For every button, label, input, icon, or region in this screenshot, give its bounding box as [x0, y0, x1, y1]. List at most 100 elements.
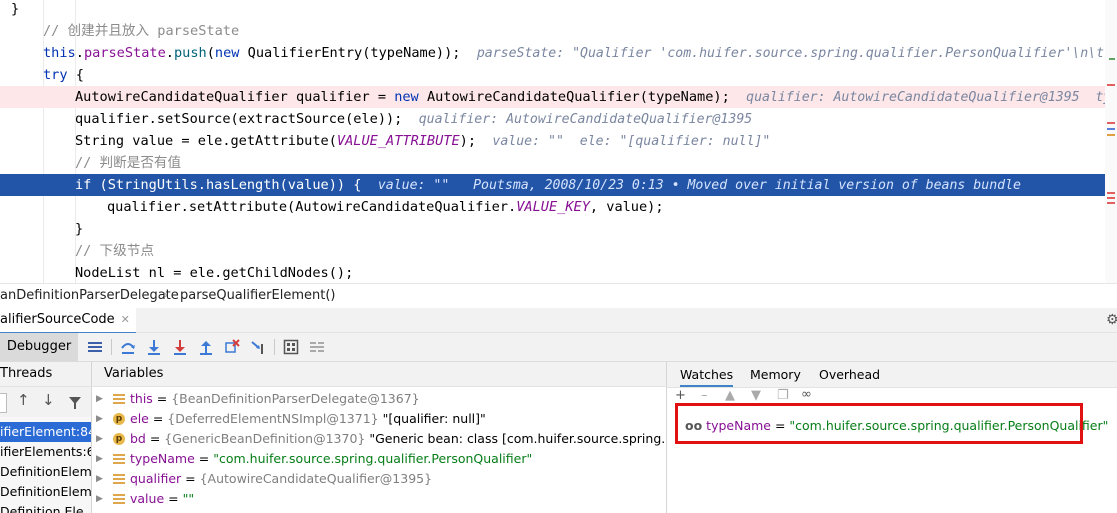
variable-equals: =	[194, 451, 214, 466]
code-token: AutowireCandidateQualifier(typeName);	[426, 89, 747, 105]
field-icon	[113, 393, 125, 405]
field-icon	[113, 453, 125, 465]
code-line[interactable]: qualifier.setSource(extractSource(ele));…	[0, 108, 1105, 130]
code-line[interactable]: try {	[0, 64, 1105, 86]
code-token: NodeList nl = ele.getChildNodes();	[75, 265, 354, 281]
error-marker	[1107, 202, 1115, 204]
trace-current-stream-icon[interactable]	[309, 339, 325, 355]
code-line[interactable]: String value = ele.getAttribute(VALUE_AT…	[0, 130, 1105, 152]
code-line[interactable]: this.parseState.push(new QualifierEntry(…	[0, 42, 1112, 64]
gear-icon[interactable]: ⚙	[1106, 312, 1117, 328]
toolbar-separator	[111, 339, 112, 355]
expand-triangle-icon[interactable]: ▶	[96, 469, 103, 489]
code-token: (value)) {	[279, 177, 378, 193]
close-icon[interactable]: ✕	[121, 313, 130, 326]
breakpoint-line[interactable]: AutowireCandidateQualifier qualifier = n…	[0, 86, 1117, 108]
code-token: , value);	[589, 199, 664, 215]
code-line[interactable]: NodeList nl = ele.getChildNodes();	[0, 262, 1105, 283]
error-marker	[1107, 192, 1115, 194]
menu-icon[interactable]	[87, 339, 103, 355]
code-line[interactable]: }	[0, 218, 1105, 240]
variable-name: ele	[130, 411, 149, 426]
parameter-icon: p	[113, 413, 125, 425]
expand-triangle-icon[interactable]: ▶	[96, 429, 103, 449]
breadcrumb-method[interactable]: parseQualifierElement()	[180, 284, 336, 308]
usage-marker	[1107, 128, 1115, 130]
code-token: qualifier.setSource(extractSource(ele));	[75, 111, 419, 127]
variable-equals: =	[164, 491, 183, 506]
code-token: );	[459, 133, 493, 149]
variable-value: "[qualifier: null]"	[378, 411, 486, 426]
variable-text: this = {BeanDefinitionParserDelegate@136…	[130, 389, 420, 409]
code-token: VALUE_ATTRIBUTE	[336, 133, 460, 149]
code-comment: // 判断是否有值	[75, 155, 182, 171]
code-line[interactable]: // 判断是否有值	[0, 152, 1105, 174]
arrow-down-icon[interactable]: ↓	[42, 391, 55, 409]
variable-type: {DeferredElementNSImpl@1371}	[167, 411, 379, 426]
current-execution-line[interactable]: if (StringUtils.hasLength(value)) { valu…	[0, 174, 1105, 196]
error-marker	[1107, 197, 1115, 199]
step-over-icon[interactable]	[120, 339, 136, 355]
toolbar-separator	[274, 339, 275, 355]
error-marker	[1107, 84, 1115, 86]
filter-icon[interactable]	[68, 395, 82, 414]
change-marker	[1109, 58, 1115, 60]
variable-row[interactable]: ▶ p ele = {DeferredElementNSImpl@1371} "[q…	[92, 409, 666, 429]
expand-triangle-icon[interactable]: ▶	[96, 409, 103, 429]
editor-scrollbar[interactable]	[1105, 0, 1117, 283]
code-token: new	[214, 45, 248, 61]
code-line[interactable]: }	[0, 0, 1105, 20]
code-text: qualifier.setSource(extractSource(ele));…	[75, 108, 752, 131]
stack-frame[interactable]: Definition.Ele	[0, 502, 91, 513]
code-token: VALUE_KEY	[516, 199, 590, 215]
force-step-into-icon[interactable]	[172, 339, 188, 355]
stack-frame[interactable]: DefinitionEleme	[0, 462, 91, 482]
code-token: .	[165, 45, 174, 61]
tab-overhead[interactable]: Overhead	[819, 362, 880, 387]
code-token: parseState	[83, 45, 166, 61]
code-token: {	[75, 67, 84, 83]
variable-name: qualifier	[130, 471, 182, 486]
variable-text: value = ""	[130, 489, 194, 509]
code-line[interactable]: // 创建并且放入 parseState	[0, 20, 1105, 42]
frames-panel: ↑ ↓ ifierElement:845ifierElements:67Defi…	[0, 387, 92, 513]
variable-text: ele = {DeferredElementNSImpl@1371} "[qua…	[130, 409, 486, 429]
threads-title: Threads	[0, 366, 53, 381]
code-token: }	[75, 221, 84, 237]
run-to-cursor-icon[interactable]	[250, 339, 266, 355]
variables-panel-header: Variables	[92, 362, 667, 387]
step-into-icon[interactable]	[146, 339, 162, 355]
stack-frame[interactable]: ifierElement:845	[0, 422, 91, 442]
tab-debugger[interactable]: Debugger	[0, 333, 78, 361]
evaluate-expression-icon[interactable]	[283, 339, 299, 355]
expand-triangle-icon[interactable]: ▶	[96, 389, 103, 409]
code-editor[interactable]: }// 创建并且放入 parseState this.parseState.pus…	[0, 0, 1117, 283]
code-line[interactable]: qualifier.setAttribute(AutowireCandidate…	[0, 196, 1105, 218]
step-out-icon[interactable]	[198, 339, 214, 355]
variable-row[interactable]: ▶ qualifier = {AutowireCandidateQualifier…	[92, 469, 666, 489]
drop-frame-icon[interactable]	[224, 339, 240, 355]
variables-title: Variables	[104, 366, 164, 381]
variable-row[interactable]: ▶ value = ""	[92, 489, 666, 509]
breadcrumb-class[interactable]: anDefinitionParserDelegate	[0, 284, 179, 308]
arrow-up-icon[interactable]: ↑	[17, 391, 30, 409]
expand-triangle-icon[interactable]: ▶	[96, 489, 103, 509]
variable-row[interactable]: ▶ typeName = "com.huifer.source.spring.qu…	[92, 449, 666, 469]
code-token: try	[43, 67, 76, 83]
thread-selector[interactable]	[0, 393, 7, 413]
code-token: this	[43, 45, 76, 61]
variable-row[interactable]: ▶ this = {BeanDefinitionParserDelegate@13…	[92, 389, 666, 409]
code-text: // 下级节点	[75, 240, 154, 262]
expand-triangle-icon[interactable]: ▶	[96, 449, 103, 469]
debug-session-tab[interactable]: alifierSourceCode ✕	[0, 308, 136, 334]
code-text: // 创建并且放入 parseState	[43, 20, 239, 42]
warning-marker	[1107, 134, 1115, 136]
variable-row[interactable]: ▶ p bd = {GenericBeanDefinition@1370} "Gen…	[92, 429, 666, 449]
stack-frame[interactable]: DefinitionEleme	[0, 482, 91, 502]
variable-name: this	[130, 391, 153, 406]
code-line[interactable]: // 下级节点	[0, 240, 1105, 262]
breadcrumb-separator: ›	[163, 288, 169, 303]
code-token: qualifier.setAttribute(AutowireCandidate…	[107, 199, 517, 215]
stack-frame[interactable]: ifierElements:67	[0, 442, 91, 462]
variable-text: qualifier = {AutowireCandidateQualifier@…	[130, 469, 432, 489]
